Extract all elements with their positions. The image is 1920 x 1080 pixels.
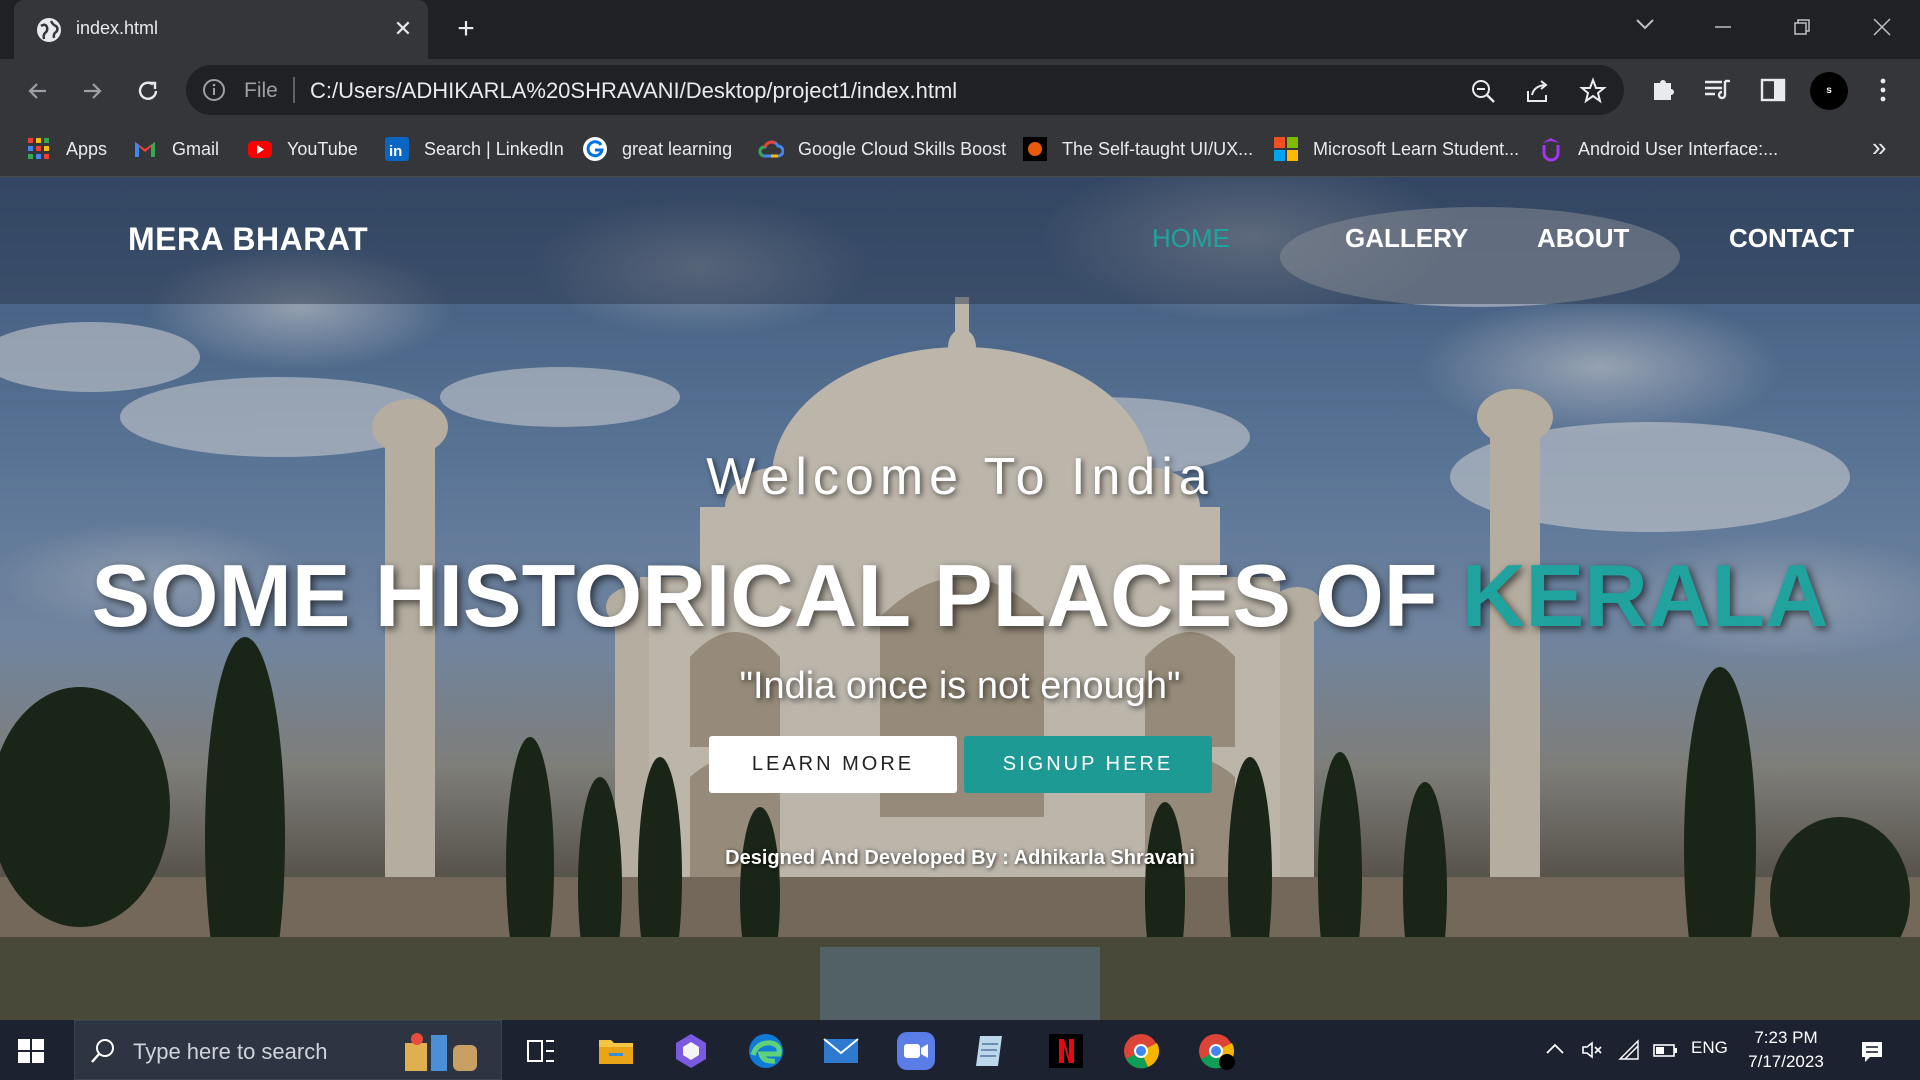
notepad-app-icon[interactable]	[968, 1028, 1014, 1074]
back-arrow-icon[interactable]	[20, 73, 56, 109]
windows-taskbar: Type here to search ENG 7:23 PM 7/17/202…	[0, 1020, 1920, 1080]
windows-start-icon[interactable]	[14, 1034, 48, 1068]
signup-here-button[interactable]: SIGNUP HERE	[964, 736, 1212, 793]
more-bookmarks-icon[interactable]: »	[1872, 132, 1886, 163]
profile-avatar[interactable]: s	[1810, 72, 1848, 110]
bookmark-label: Google Cloud Skills Boost	[798, 138, 1007, 159]
gmail-icon	[135, 142, 155, 157]
clock-time: 7:23 PM	[1754, 1028, 1818, 1047]
nav-gallery-link[interactable]: GALLERY	[1345, 223, 1468, 254]
bookmark-google-cloud[interactable]: Google Cloud Skills Boost	[758, 134, 1006, 164]
close-window-icon[interactable]	[1862, 10, 1902, 46]
tab-strip: index.html ✕ +	[0, 0, 1920, 59]
bookmark-youtube[interactable]: YouTube	[247, 134, 358, 164]
web-page: MERA BHARAT HOME GALLERY ABOUT CONTACT W…	[0, 177, 1920, 1020]
chrome-icon[interactable]	[1118, 1028, 1164, 1074]
nav-contact-link[interactable]: CONTACT	[1729, 223, 1854, 254]
system-clock[interactable]: 7:23 PM 7/17/2023	[1726, 1026, 1846, 1074]
bookmark-label: Gmail	[172, 138, 220, 159]
chevron-up-icon[interactable]	[1544, 1038, 1566, 1060]
bookmark-label: great learning	[622, 138, 733, 159]
hero-headline: SOME HISTORICAL PLACES OF KERALA	[0, 545, 1920, 647]
bookmark-gmail[interactable]: Gmail	[132, 134, 219, 164]
share-icon[interactable]	[1524, 77, 1552, 105]
side-panel-icon[interactable]	[1756, 73, 1790, 107]
mail-icon[interactable]	[818, 1028, 864, 1074]
reload-icon[interactable]	[130, 73, 166, 109]
tab-title: index.html	[76, 18, 159, 38]
address-bar[interactable]: File C:/Users/ADHIKARLA%20SHRAVANI/Deskt…	[186, 65, 1624, 115]
bookmark-label: Microsoft Learn Student...	[1313, 138, 1520, 159]
bookmark-microsoft-learn[interactable]: Microsoft Learn Student...	[1273, 134, 1519, 164]
netflix-icon[interactable]	[1043, 1028, 1089, 1074]
bookmark-linkedin[interactable]: in Search | LinkedIn	[384, 134, 564, 164]
browser-tab[interactable]: index.html ✕	[14, 0, 428, 59]
learn-more-button[interactable]: LEARN MORE	[709, 736, 957, 793]
welcome-heading: Welcome To India	[706, 448, 1214, 506]
clock-date: 7/17/2023	[1748, 1052, 1824, 1071]
headline-main-text: SOME HISTORICAL PLACES OF	[91, 546, 1462, 645]
browser-toolbar: File C:/Users/ADHIKARLA%20SHRAVANI/Deskt…	[0, 59, 1920, 122]
bookmark-great-learning[interactable]: great learning	[582, 134, 732, 164]
nav-home-link[interactable]: HOME	[1152, 223, 1230, 254]
bookmark-label: The Self-taught UI/UX...	[1062, 138, 1254, 159]
task-view-icon[interactable]	[518, 1028, 564, 1074]
youtube-icon	[248, 141, 272, 158]
edge-browser-icon[interactable]	[743, 1028, 789, 1074]
udemy-icon	[1542, 138, 1560, 162]
designer-credit: Designed And Developed By : Adhikarla Sh…	[725, 847, 1195, 869]
headline-accent-text: KERALA	[1462, 546, 1829, 645]
bookmark-label: Search | LinkedIn	[424, 138, 564, 159]
copilot-app-icon[interactable]	[668, 1028, 714, 1074]
svg-text:in: in	[389, 143, 402, 160]
site-logo[interactable]: MERA BHARAT	[128, 221, 368, 258]
url-text[interactable]: C:/Users/ADHIKARLA%20SHRAVANI/Desktop/pr…	[310, 78, 957, 104]
search-highlight-icon	[405, 1033, 477, 1071]
great-learning-icon	[583, 137, 607, 161]
notification-icon[interactable]	[1858, 1038, 1886, 1066]
scheme-label: File	[244, 79, 278, 102]
minimize-icon[interactable]	[1703, 10, 1743, 46]
site-navbar: MERA BHARAT HOME GALLERY ABOUT CONTACT	[0, 177, 1920, 304]
zoom-icon[interactable]	[1469, 77, 1497, 105]
hero-tagline: "India once is not enough"	[739, 665, 1181, 707]
nav-about-link[interactable]: ABOUT	[1537, 223, 1629, 254]
zoom-meetings-icon[interactable]	[893, 1028, 939, 1074]
bookmarks-bar: Apps Gmail YouTube in Search | LinkedIn …	[0, 122, 1920, 177]
restore-icon[interactable]	[1782, 10, 1822, 46]
file-explorer-icon[interactable]	[593, 1028, 639, 1074]
bookmark-label: YouTube	[287, 138, 358, 159]
new-tab-icon[interactable]: +	[450, 14, 482, 46]
globe-icon	[37, 18, 61, 42]
omnibox-divider	[293, 77, 295, 103]
bookmark-label: Apps	[66, 138, 108, 159]
search-icon	[91, 1039, 114, 1063]
google-cloud-icon	[758, 140, 784, 158]
bookmark-label: Android User Interface:...	[1578, 138, 1779, 159]
tab-search-icon[interactable]	[1625, 10, 1665, 46]
bookmark-android-ui[interactable]: Android User Interface:...	[1538, 134, 1778, 164]
info-icon[interactable]	[202, 78, 226, 102]
microsoft-icon	[1274, 137, 1298, 161]
search-placeholder: Type here to search	[133, 1039, 328, 1064]
speaker-muted-icon[interactable]	[1580, 1038, 1604, 1062]
wifi-icon[interactable]	[1617, 1038, 1641, 1062]
taskbar-search-box[interactable]: Type here to search	[74, 1020, 502, 1080]
kebab-menu-icon[interactable]	[1866, 73, 1900, 107]
extensions-icon[interactable]	[1646, 73, 1680, 107]
bookmark-star-icon[interactable]	[1579, 77, 1607, 105]
battery-icon[interactable]	[1652, 1038, 1678, 1062]
record-icon	[1023, 137, 1047, 161]
bookmark-self-taught-uiux[interactable]: The Self-taught UI/UX...	[1022, 134, 1253, 164]
chrome-profile-icon[interactable]	[1193, 1028, 1239, 1074]
language-indicator[interactable]: ENG	[1691, 1038, 1728, 1058]
apps-grid-icon	[28, 138, 49, 159]
forward-arrow-icon[interactable]	[74, 73, 110, 109]
tab-close-icon[interactable]: ✕	[390, 16, 416, 42]
bookmark-apps[interactable]: Apps	[26, 134, 107, 164]
reading-list-icon[interactable]	[1700, 73, 1734, 107]
linkedin-icon: in	[385, 137, 409, 161]
